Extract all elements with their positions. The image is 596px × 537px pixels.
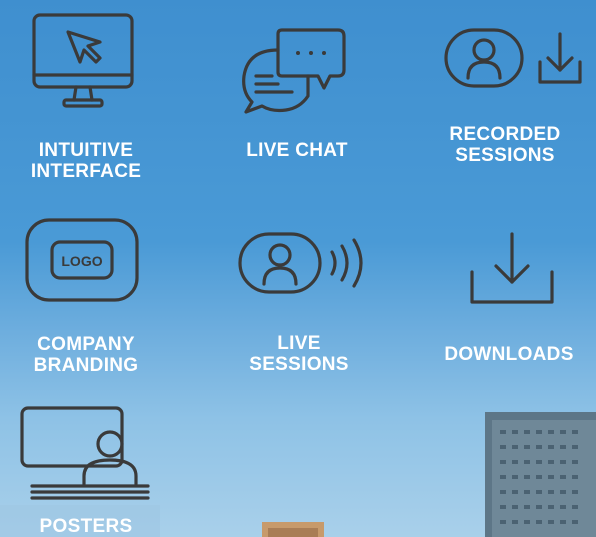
label-line: POSTERS: [39, 516, 133, 537]
label-line: COMPANY: [37, 334, 135, 355]
label-line: SESSIONS: [249, 354, 349, 375]
user-broadcast-icon: [238, 232, 363, 294]
user-download-icon: [444, 28, 582, 88]
label-line: INTERFACE: [30, 161, 142, 182]
logo-badge-icon: LOGO: [25, 218, 139, 302]
logo-badge-text: LOGO: [61, 253, 102, 269]
feature-label-live-sessions: LIVE SESSIONS: [199, 333, 399, 375]
label-line: SESSIONS: [455, 145, 555, 166]
download-tray-icon: [470, 232, 554, 304]
label-line: RECORDED: [449, 124, 561, 145]
feature-label-company-branding: COMPANY BRANDING: [0, 334, 186, 376]
feature-label-live-chat: LIVE CHAT: [197, 140, 397, 161]
feature-label-recorded-sessions: RECORDED SESSIONS: [405, 124, 596, 166]
feature-label-intuitive-interface: INTUITIVE INTERFACE: [0, 140, 186, 182]
feature-label-posters: POSTERS: [0, 516, 186, 537]
label-line: LIVE: [277, 333, 321, 354]
label-line: BRANDING: [33, 355, 139, 376]
label-line: DOWNLOADS: [444, 344, 574, 365]
presenter-poster-icon: [20, 406, 150, 500]
label-line: LIVE CHAT: [246, 140, 348, 161]
monitor-cursor-icon: [32, 13, 134, 108]
label-line: INTUITIVE: [38, 140, 134, 161]
feature-label-downloads: DOWNLOADS: [409, 344, 596, 365]
chat-bubbles-icon: [242, 28, 346, 114]
